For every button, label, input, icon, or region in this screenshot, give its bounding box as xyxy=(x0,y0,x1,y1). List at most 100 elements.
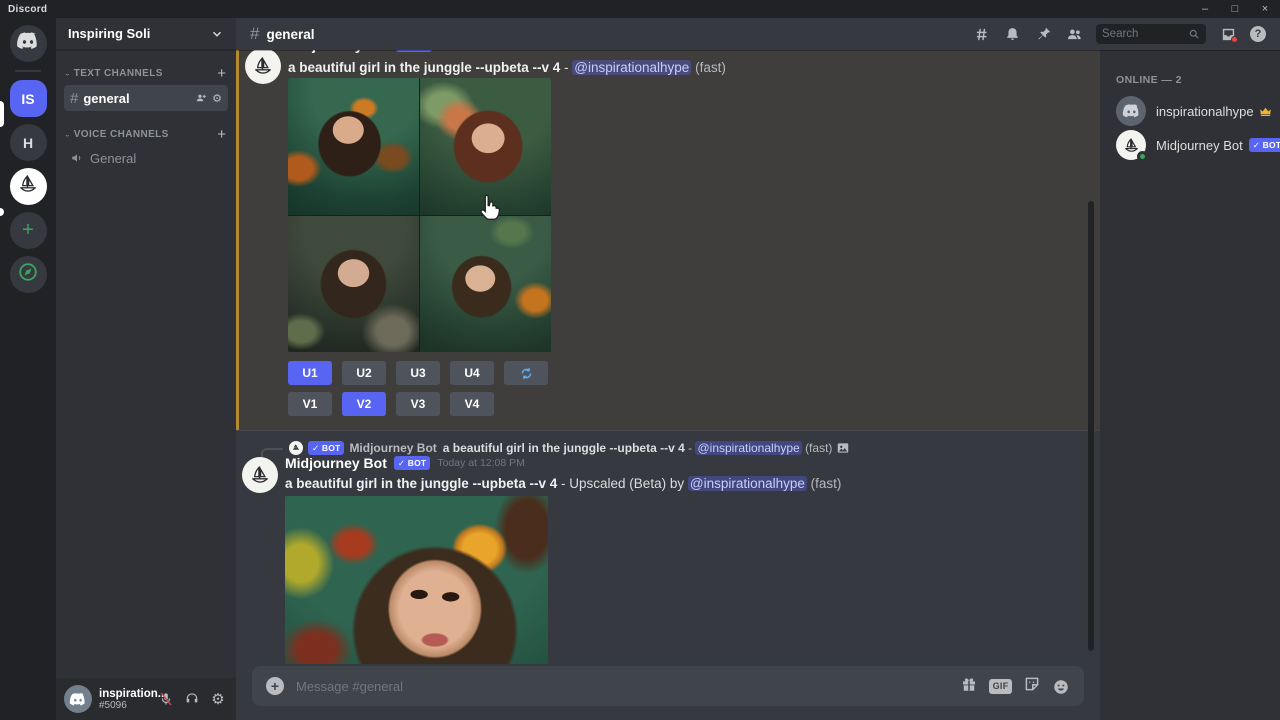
u2-button[interactable]: U2 xyxy=(342,361,386,385)
voice-channel-name: General xyxy=(90,151,136,166)
emoji-picker-button[interactable] xyxy=(1052,678,1070,701)
sidebar-item-voice-general[interactable]: General xyxy=(64,146,228,170)
bot-badge: ✓ BOT xyxy=(308,441,344,454)
message-input[interactable]: Message #general xyxy=(296,679,403,694)
mouse-cursor xyxy=(475,192,505,226)
attach-file-button[interactable]: + xyxy=(266,677,284,695)
voice-channels-label: VOICE CHANNELS xyxy=(74,129,169,140)
fast-label: (fast) xyxy=(695,60,726,75)
create-text-channel-button[interactable]: + xyxy=(217,66,226,81)
reply-preview-text: a beautiful girl in the junggle --upbeta… xyxy=(443,441,685,455)
channel-sidebar: Inspiring Soli ⌄ TEXT CHANNELS + # gener… xyxy=(56,18,236,720)
fast-label: (fast) xyxy=(805,441,832,455)
unread-server-pill xyxy=(0,208,4,216)
sailboat-icon xyxy=(15,171,41,202)
reply-author[interactable]: Midjourney Bot xyxy=(349,441,436,455)
reroll-button[interactable] xyxy=(504,361,548,385)
v1-button[interactable]: V1 xyxy=(288,392,332,416)
member-name: inspirationalhype xyxy=(1156,104,1254,119)
channel-settings-gear-icon[interactable]: ⚙ xyxy=(212,92,222,105)
mention-pill[interactable]: @inspirationalhype xyxy=(572,60,691,75)
u1-button[interactable]: U1 xyxy=(288,361,332,385)
member-inspirationalhype[interactable]: inspirationalhype xyxy=(1108,94,1272,128)
close-button[interactable]: × xyxy=(1250,0,1280,18)
bot-badge: ✓ BOT xyxy=(394,456,430,469)
inbox-icon[interactable] xyxy=(1219,25,1237,43)
generated-image-grid[interactable] xyxy=(288,78,551,352)
member-midjourney-bot[interactable]: Midjourney Bot ✓ BOT xyxy=(1108,128,1272,162)
upscaled-image[interactable] xyxy=(285,496,548,664)
server-header[interactable]: Inspiring Soli xyxy=(56,18,236,50)
author-name: Midjourney Bot xyxy=(288,50,390,53)
server-owner-crown-icon xyxy=(1259,105,1272,118)
upscaled-label: - Upscaled (Beta) by xyxy=(561,476,684,491)
avatar[interactable] xyxy=(245,50,281,84)
mention-pill[interactable]: @inspirationalhype xyxy=(688,476,807,491)
user-meta[interactable]: inspiration... #5096 xyxy=(99,688,156,711)
message-header: Midjourney Bot ✓ BOT Today at 12:08 PM xyxy=(285,455,525,471)
prompt-text: a beautiful girl in the junggle --upbeta… xyxy=(288,60,560,75)
discord-logo-icon xyxy=(69,693,87,706)
grid-image-1[interactable] xyxy=(288,78,419,215)
mention-pill[interactable]: @inspirationalhype xyxy=(695,441,801,455)
v3-button[interactable]: V3 xyxy=(396,392,440,416)
help-icon[interactable]: ? xyxy=(1250,26,1266,42)
server-rail: IS H + xyxy=(0,18,56,720)
message-text: a beautiful girl in the junggle --upbeta… xyxy=(288,60,1080,75)
threads-icon[interactable] xyxy=(972,25,990,43)
server-icon-inspiring-soli[interactable]: IS xyxy=(10,80,47,117)
avatar xyxy=(289,441,303,455)
add-server-button[interactable]: + xyxy=(10,212,47,249)
maximize-button[interactable]: □ xyxy=(1220,0,1250,18)
server-icon-h[interactable]: H xyxy=(10,124,47,161)
grid-image-3[interactable] xyxy=(288,216,419,353)
hash-icon: # xyxy=(250,24,259,44)
username: inspiration... xyxy=(99,688,156,700)
gift-icon[interactable] xyxy=(960,675,978,698)
u4-button[interactable]: U4 xyxy=(450,361,494,385)
message-midjourney-grid: Midjourney Bot ✓ BOT a beautiful girl in… xyxy=(236,50,1100,430)
v2-button[interactable]: V2 xyxy=(342,392,386,416)
online-status-dot xyxy=(1137,151,1148,162)
chat-scrollbar[interactable] xyxy=(1088,201,1094,651)
sticker-icon[interactable] xyxy=(1023,675,1041,698)
server-icon-midjourney[interactable] xyxy=(10,168,47,205)
v4-button[interactable]: V4 xyxy=(450,392,494,416)
grid-image-4[interactable] xyxy=(420,216,551,353)
invite-people-icon[interactable] xyxy=(195,92,207,104)
app-title: Discord xyxy=(8,4,47,15)
voice-channels-section[interactable]: ⌄ VOICE CHANNELS + xyxy=(56,127,236,142)
server-name: Inspiring Soli xyxy=(68,26,150,41)
inbox-notification-dot xyxy=(1231,36,1238,43)
u3-button[interactable]: U3 xyxy=(396,361,440,385)
explore-servers-button[interactable] xyxy=(10,256,47,293)
avatar[interactable] xyxy=(64,685,92,713)
gif-picker-button[interactable]: GIF xyxy=(989,679,1012,694)
variation-button-row: V1 V2 V3 V4 xyxy=(288,392,494,416)
author-name[interactable]: Midjourney Bot xyxy=(285,455,387,471)
text-channels-section[interactable]: ⌄ TEXT CHANNELS + xyxy=(56,66,236,81)
chat-messages-area: Midjourney Bot ✓ BOT a beautiful girl in… xyxy=(236,50,1100,720)
search-input[interactable]: Search xyxy=(1096,24,1206,44)
hash-icon: # xyxy=(70,90,78,107)
pinned-messages-icon[interactable] xyxy=(1034,25,1052,43)
headphones-button[interactable] xyxy=(182,689,202,709)
discord-logo-icon xyxy=(1122,104,1141,118)
avatar[interactable] xyxy=(242,457,278,493)
app-window: IS H + Inspiring Soli ⌄ TEXT CHANNELS + … xyxy=(0,18,1280,720)
text-channels-label: TEXT CHANNELS xyxy=(74,68,163,79)
bot-badge: ✓ BOT xyxy=(396,50,432,52)
search-placeholder: Search xyxy=(1102,28,1138,40)
mic-muted-button[interactable] xyxy=(156,689,176,709)
member-list-icon[interactable] xyxy=(1065,25,1083,43)
notifications-bell-icon[interactable] xyxy=(1003,25,1021,43)
discord-home-button[interactable] xyxy=(10,25,47,62)
rail-divider xyxy=(15,70,41,72)
minimize-button[interactable]: – xyxy=(1190,0,1220,18)
sailboat-icon xyxy=(291,443,301,453)
upscaled-image-art xyxy=(285,496,548,664)
message-composer[interactable]: + Message #general GIF xyxy=(252,666,1084,706)
create-voice-channel-button[interactable]: + xyxy=(217,127,226,142)
settings-gear-button[interactable]: ⚙ xyxy=(208,689,228,709)
sidebar-item-general[interactable]: # general ⚙ xyxy=(64,85,228,111)
